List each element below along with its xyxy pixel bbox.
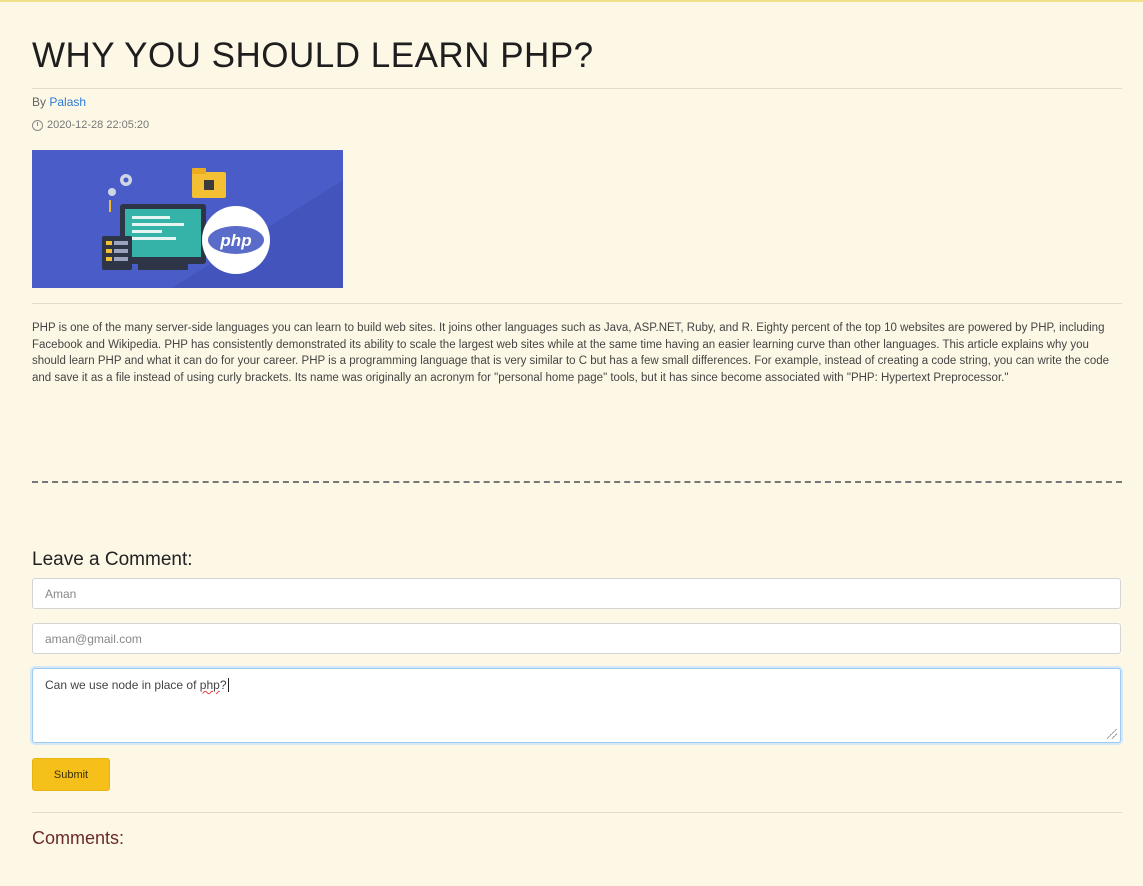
comment-text-after: ?: [219, 678, 227, 692]
comment-text-misspelled: php: [199, 678, 220, 692]
article-title: WHY YOU SHOULD LEARN PHP?: [32, 36, 594, 75]
comments-heading: Comments:: [32, 828, 125, 848]
resize-handle-icon[interactable]: [1107, 729, 1117, 739]
comments-divider: [32, 812, 1122, 813]
article-hero-image: php: [32, 150, 343, 288]
submit-button[interactable]: Submit: [32, 758, 110, 791]
author-link[interactable]: Palash: [49, 95, 86, 109]
comment-text-before: Can we use node in place of: [45, 678, 200, 692]
post-date: 2020-12-28 22:05:20: [32, 119, 149, 131]
text-caret: [227, 678, 229, 692]
article-body: PHP is one of the many server-side langu…: [32, 322, 1110, 384]
php-logo-text: php: [219, 231, 251, 250]
image-divider: [32, 303, 1122, 304]
byline: By Palash: [32, 95, 86, 109]
section-separator: [32, 481, 1122, 483]
title-divider: [32, 88, 1122, 89]
post-date-text: 2020-12-28 22:05:20: [47, 119, 150, 131]
email-input[interactable]: [32, 623, 1121, 654]
article-page: WHY YOU SHOULD LEARN PHP? By Palash 2020…: [0, 0, 1143, 886]
clock-icon: [32, 119, 43, 131]
comment-textarea[interactable]: Can we use node in place of php?: [32, 668, 1121, 743]
name-input[interactable]: [32, 578, 1121, 609]
by-prefix: By: [32, 95, 47, 109]
leave-comment-heading: Leave a Comment:: [32, 549, 193, 570]
